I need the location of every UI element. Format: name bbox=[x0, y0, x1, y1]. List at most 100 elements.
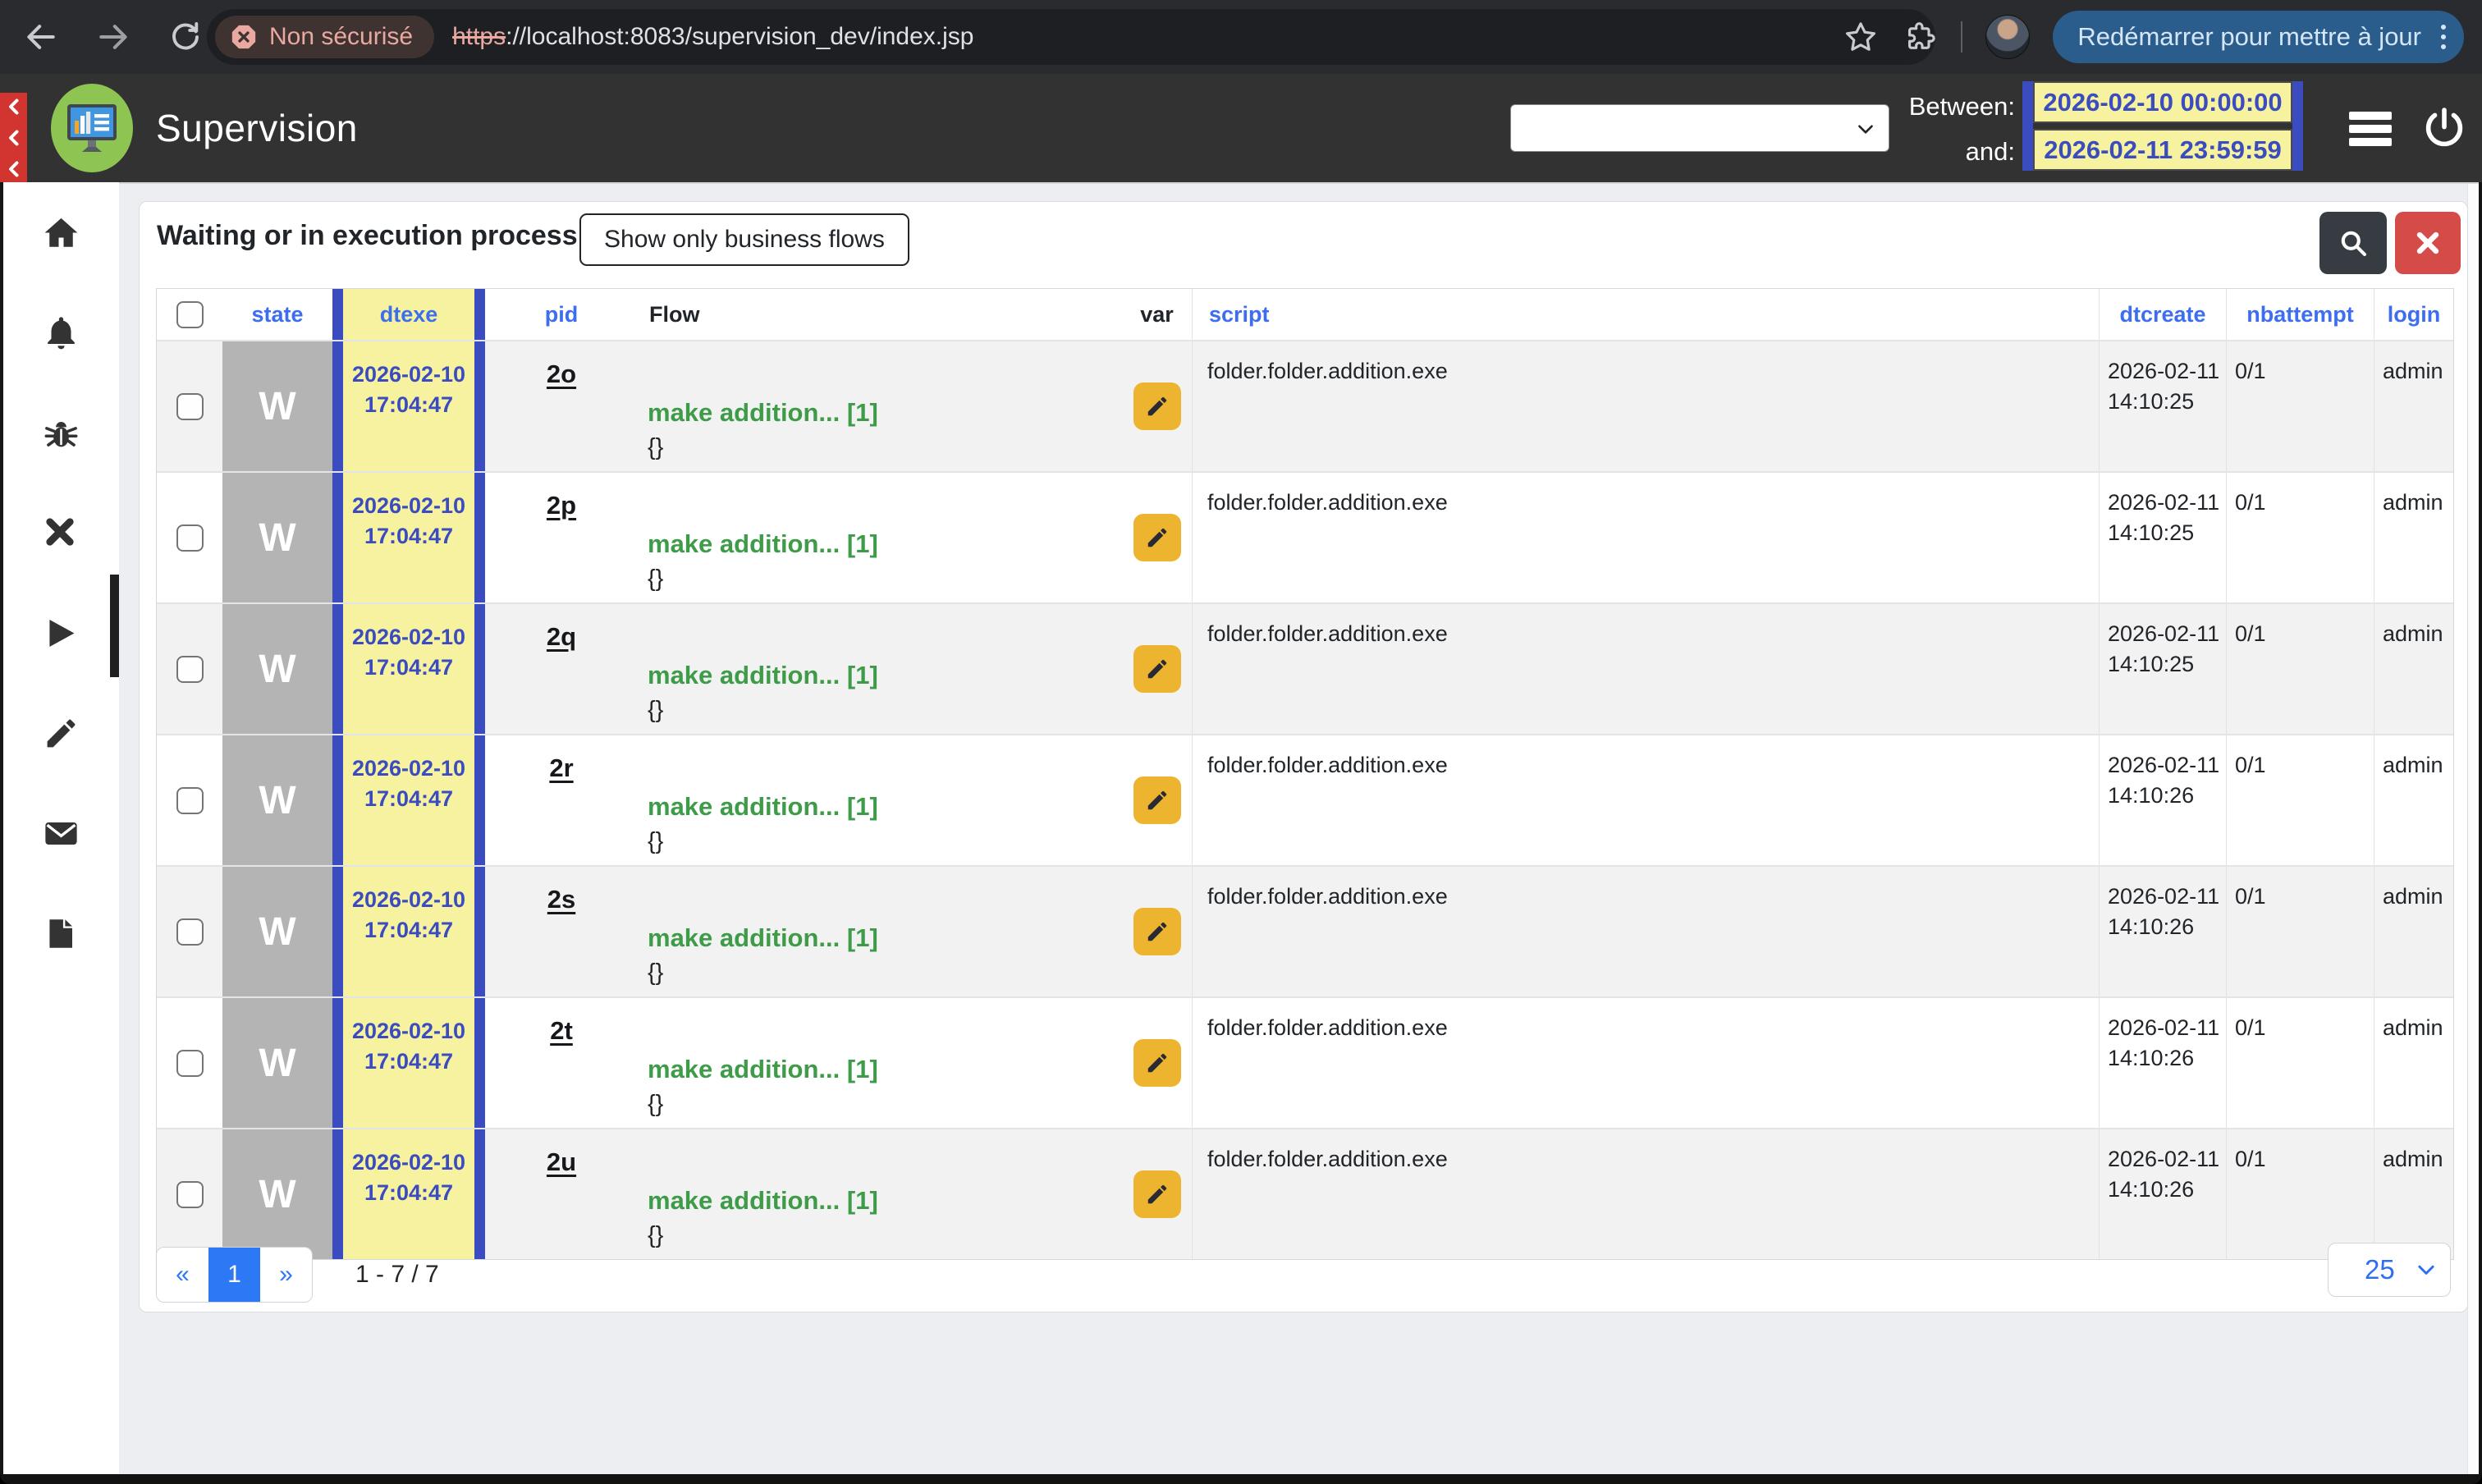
header-login[interactable]: login bbox=[2388, 302, 2440, 327]
table-row: W 2026-02-10 17:04:47 2q make addition..… bbox=[157, 602, 2453, 734]
close-search-button[interactable] bbox=[2395, 212, 2461, 274]
sidebar-item-errors[interactable] bbox=[43, 415, 80, 451]
row-checkbox[interactable] bbox=[176, 1050, 204, 1077]
search-button[interactable] bbox=[2319, 212, 2387, 274]
dtexe-cell: 2026-02-10 17:04:47 bbox=[343, 341, 474, 471]
header-state[interactable]: state bbox=[251, 302, 303, 327]
pid-cell: 2q bbox=[485, 604, 638, 734]
profile-avatar[interactable] bbox=[1985, 15, 2030, 59]
flow-filter-select[interactable] bbox=[1510, 104, 1889, 152]
pid-cell: 2s bbox=[485, 867, 638, 996]
edit-var-button[interactable] bbox=[1133, 776, 1181, 824]
edit-var-button[interactable] bbox=[1133, 514, 1181, 561]
login-cell: admin bbox=[2374, 341, 2453, 471]
kebab-menu-icon[interactable] bbox=[2441, 25, 2446, 49]
date-to-input[interactable] bbox=[2033, 129, 2292, 171]
nbattempt-cell: 0/1 bbox=[2226, 998, 2374, 1128]
back-button[interactable] bbox=[23, 19, 59, 55]
sidebar-item-home[interactable] bbox=[43, 214, 80, 251]
sidebar-item-documents[interactable] bbox=[43, 915, 80, 952]
search-icon bbox=[2338, 227, 2369, 259]
select-all-checkbox[interactable] bbox=[176, 301, 204, 328]
security-badge[interactable]: Non sécurisé bbox=[215, 16, 434, 58]
refresh-button[interactable] bbox=[167, 19, 204, 55]
header-dtcreate[interactable]: dtcreate bbox=[2119, 302, 2205, 327]
flow-link[interactable]: make addition... [1] bbox=[648, 529, 1122, 559]
update-restart-button[interactable]: Redémarrer pour mettre à jour bbox=[2053, 11, 2464, 63]
url-text: https://localhost:8083/supervision_dev/i… bbox=[452, 23, 973, 51]
table-row: W 2026-02-10 17:04:47 2o make addition..… bbox=[157, 340, 2453, 471]
row-checkbox[interactable] bbox=[176, 524, 204, 552]
header-pid[interactable]: pid bbox=[545, 302, 579, 327]
dtcreate-cell: 2026-02-11 14:10:26 bbox=[2099, 735, 2226, 865]
sidebar-item-messages[interactable] bbox=[43, 815, 80, 852]
header-nbattempt[interactable]: nbattempt bbox=[2246, 302, 2354, 327]
row-checkbox[interactable] bbox=[176, 918, 204, 946]
row-checkbox[interactable] bbox=[176, 787, 204, 814]
pid-link[interactable]: 2s bbox=[547, 885, 575, 914]
show-business-flows-button[interactable]: Show only business flows bbox=[579, 213, 909, 266]
var-cell bbox=[1122, 735, 1192, 865]
dtexe-cell: 2026-02-10 17:04:47 bbox=[343, 735, 474, 865]
address-bar[interactable]: Non sécurisé https://localhost:8083/supe… bbox=[207, 9, 1935, 65]
flow-link[interactable]: make addition... [1] bbox=[648, 1055, 1122, 1084]
pid-link[interactable]: 2t bbox=[550, 1016, 573, 1045]
bookmark-star-button[interactable] bbox=[1843, 19, 1879, 55]
hamburger-menu-button[interactable] bbox=[2349, 112, 2392, 146]
sidebar-item-alerts[interactable] bbox=[43, 314, 80, 351]
row-checkbox[interactable] bbox=[176, 393, 204, 420]
edit-var-button[interactable] bbox=[1133, 382, 1181, 430]
edit-var-icon bbox=[1145, 1182, 1170, 1207]
extensions-icon bbox=[1903, 20, 1937, 54]
header-dtexe[interactable]: dtexe bbox=[380, 302, 438, 327]
extensions-button[interactable] bbox=[1902, 19, 1938, 55]
pid-link[interactable]: 2r bbox=[549, 753, 573, 782]
next-page-button[interactable]: » bbox=[260, 1248, 312, 1302]
edit-var-icon bbox=[1145, 394, 1170, 419]
edit-var-icon bbox=[1145, 525, 1170, 550]
edit-var-button[interactable] bbox=[1133, 1039, 1181, 1087]
flow-cell: make addition... [1] {} bbox=[638, 473, 1122, 602]
sidebar-item-cancel[interactable] bbox=[43, 515, 80, 552]
row-checkbox[interactable] bbox=[176, 1181, 204, 1208]
login-cell: admin bbox=[2374, 998, 2453, 1128]
pagesize-chevron-icon bbox=[2414, 1257, 2438, 1282]
row-checkbox[interactable] bbox=[176, 656, 204, 683]
insecure-octagon-icon bbox=[230, 23, 258, 51]
chevron-left-icon bbox=[4, 95, 24, 118]
envelope-icon bbox=[43, 815, 80, 852]
flow-link[interactable]: make addition... [1] bbox=[648, 923, 1122, 953]
column-bar bbox=[474, 735, 485, 865]
date-from-input[interactable] bbox=[2033, 81, 2292, 123]
var-cell bbox=[1122, 341, 1192, 471]
page-size-select[interactable]: 25 bbox=[2328, 1243, 2451, 1297]
forward-button[interactable] bbox=[95, 19, 131, 55]
flow-link[interactable]: make addition... [1] bbox=[648, 398, 1122, 428]
logout-power-button[interactable] bbox=[2421, 105, 2467, 151]
page-scrollbar[interactable] bbox=[2467, 184, 2479, 1474]
sidebar-item-run[interactable] bbox=[43, 615, 80, 652]
dtexe-date: 2026-02-10 bbox=[343, 753, 474, 784]
pid-link[interactable]: 2u bbox=[547, 1147, 576, 1176]
sidebar-scrollbar-thumb[interactable] bbox=[110, 575, 119, 677]
flow-link[interactable]: make addition... [1] bbox=[648, 1186, 1122, 1216]
collapse-panel-handle[interactable] bbox=[0, 93, 27, 182]
script-cell: folder.folder.addition.exe bbox=[1192, 473, 2099, 602]
flow-link[interactable]: make addition... [1] bbox=[648, 661, 1122, 690]
flow-vars: {} bbox=[648, 828, 1122, 855]
pid-link[interactable]: 2q bbox=[547, 622, 576, 651]
sidebar-item-edit[interactable] bbox=[43, 715, 80, 752]
pid-link[interactable]: 2p bbox=[547, 491, 576, 520]
pagination: « 1 » 1 - 7 / 7 bbox=[156, 1247, 439, 1303]
edit-var-button[interactable] bbox=[1133, 908, 1181, 955]
edit-var-button[interactable] bbox=[1133, 1170, 1181, 1218]
flow-vars: {} bbox=[648, 697, 1122, 724]
edit-var-button[interactable] bbox=[1133, 645, 1181, 693]
current-page-button[interactable]: 1 bbox=[208, 1248, 260, 1302]
table-body: W 2026-02-10 17:04:47 2o make addition..… bbox=[157, 340, 2453, 1259]
prev-page-button[interactable]: « bbox=[157, 1248, 208, 1302]
flow-link[interactable]: make addition... [1] bbox=[648, 792, 1122, 822]
pid-link[interactable]: 2o bbox=[547, 360, 576, 388]
header-script[interactable]: script bbox=[1209, 302, 1270, 327]
column-bar bbox=[332, 998, 343, 1128]
